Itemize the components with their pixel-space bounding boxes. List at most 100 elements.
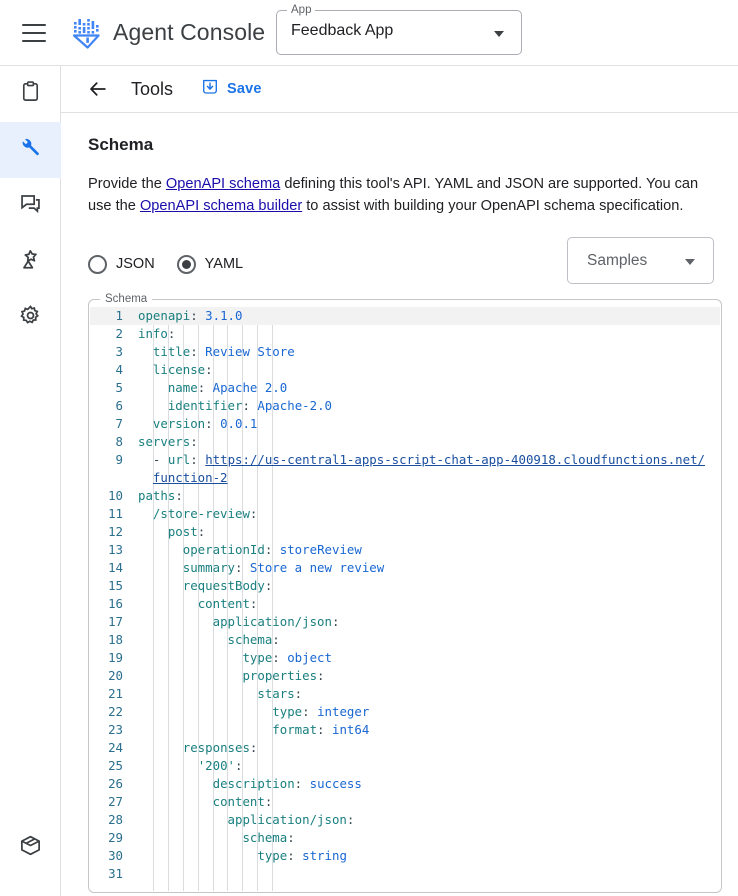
code-line[interactable]: 18 schema: xyxy=(90,631,720,649)
schema-description: Provide the OpenAPI schema defining this… xyxy=(88,173,720,217)
code-line[interactable]: 10paths: xyxy=(90,487,720,505)
code-line[interactable]: 20 properties: xyxy=(90,667,720,685)
format-radio-group: JSON YAML xyxy=(88,255,265,274)
app-select[interactable]: App Feedback App xyxy=(276,10,522,55)
code-text: application/json: xyxy=(132,613,720,631)
code-text: stars: xyxy=(132,685,720,703)
code-text xyxy=(132,865,720,883)
chevron-down-icon xyxy=(685,259,695,265)
back-arrow-icon[interactable] xyxy=(87,78,109,100)
code-line[interactable]: 22 type: integer xyxy=(90,703,720,721)
code-line[interactable]: 24 responses: xyxy=(90,739,720,757)
code-line[interactable]: 27 content: xyxy=(90,793,720,811)
clipboard-icon xyxy=(19,80,42,108)
code-text: servers: xyxy=(132,433,720,451)
section-title: Schema xyxy=(88,135,720,155)
code-line[interactable]: 30 type: string xyxy=(90,847,720,865)
left-rail xyxy=(0,65,61,896)
line-number: 15 xyxy=(90,577,132,595)
code-text: description: success xyxy=(132,775,720,793)
hamburger-menu-icon[interactable] xyxy=(22,24,46,42)
format-controls-row: JSON YAML Samples xyxy=(88,241,720,287)
code-line[interactable]: 11 /store-review: xyxy=(90,505,720,523)
save-icon xyxy=(201,78,219,101)
code-line[interactable]: 25 '200': xyxy=(90,757,720,775)
radio-json-label[interactable]: JSON xyxy=(116,256,155,272)
code-line[interactable]: 29 schema: xyxy=(90,829,720,847)
code-line[interactable]: 31 xyxy=(90,865,720,883)
code-line[interactable]: 23 format: int64 xyxy=(90,721,720,739)
code-line[interactable]: 21 stars: xyxy=(90,685,720,703)
line-number: 27 xyxy=(90,793,132,811)
sidebar-item-package[interactable] xyxy=(0,820,61,876)
gear-icon xyxy=(19,304,42,332)
line-number: 17 xyxy=(90,613,132,631)
schema-editor[interactable]: Schema 1openapi: 3.1.02info:3 title: Rev… xyxy=(88,299,722,893)
line-number: 22 xyxy=(90,703,132,721)
code-text: responses: xyxy=(132,739,720,757)
code-text: type: object xyxy=(132,649,720,667)
radio-json[interactable] xyxy=(88,255,107,274)
schema-panel: Schema Provide the OpenAPI schema defini… xyxy=(61,113,738,287)
code-text: operationId: storeReview xyxy=(132,541,720,559)
code-text: title: Review Store xyxy=(132,343,720,361)
line-number: 19 xyxy=(90,649,132,667)
line-number: 21 xyxy=(90,685,132,703)
line-number: 2 xyxy=(90,325,132,343)
code-line[interactable]: 12 post: xyxy=(90,523,720,541)
sidebar-item-extensions[interactable] xyxy=(0,234,61,290)
code-line[interactable]: 2info: xyxy=(90,325,720,343)
box-icon xyxy=(19,834,42,862)
code-text: summary: Store a new review xyxy=(132,559,720,577)
code-line[interactable]: 19 type: object xyxy=(90,649,720,667)
code-line[interactable]: 5 name: Apache 2.0 xyxy=(90,379,720,397)
code-text: format: int64 xyxy=(132,721,720,739)
code-line[interactable]: 13 operationId: storeReview xyxy=(90,541,720,559)
sidebar-item-conversations[interactable] xyxy=(0,178,61,234)
code-line[interactable]: 26 description: success xyxy=(90,775,720,793)
line-number: 6 xyxy=(90,397,132,415)
openapi-schema-link[interactable]: OpenAPI schema xyxy=(166,176,280,192)
line-number: 9 xyxy=(90,451,132,487)
brand-name: Agent Console xyxy=(113,19,265,46)
code-line[interactable]: 8servers: xyxy=(90,433,720,451)
code-line[interactable]: 9 - url: https://us-central1-apps-script… xyxy=(90,451,720,487)
brand: Agent Console xyxy=(70,16,265,50)
line-number: 10 xyxy=(90,487,132,505)
radio-yaml-label[interactable]: YAML xyxy=(205,256,243,272)
wrench-icon xyxy=(19,136,42,164)
save-button[interactable]: Save xyxy=(201,78,262,101)
code-text: paths: xyxy=(132,487,720,505)
line-number: 1 xyxy=(90,307,132,325)
puzzle-icon xyxy=(19,248,42,276)
code-line[interactable]: 28 application/json: xyxy=(90,811,720,829)
desc-part-1: Provide the xyxy=(88,176,166,192)
sidebar-item-tools[interactable] xyxy=(0,122,61,178)
code-editor-body[interactable]: 1openapi: 3.1.02info:3 title: Review Sto… xyxy=(90,307,720,891)
samples-dropdown[interactable]: Samples xyxy=(567,237,714,284)
code-text: requestBody: xyxy=(132,577,720,595)
line-number: 3 xyxy=(90,343,132,361)
code-line[interactable]: 1openapi: 3.1.0 xyxy=(90,307,720,325)
openapi-schema-builder-link[interactable]: OpenAPI schema builder xyxy=(140,198,302,214)
radio-yaml[interactable] xyxy=(177,255,196,274)
code-line[interactable]: 4 license: xyxy=(90,361,720,379)
code-text: version: 0.0.1 xyxy=(132,415,720,433)
code-line[interactable]: 14 summary: Store a new review xyxy=(90,559,720,577)
code-line[interactable]: 6 identifier: Apache-2.0 xyxy=(90,397,720,415)
line-number: 5 xyxy=(90,379,132,397)
code-line[interactable]: 3 title: Review Store xyxy=(90,343,720,361)
sidebar-item-settings[interactable] xyxy=(0,290,61,346)
sidebar-item-tasks[interactable] xyxy=(0,66,61,122)
page-title: Tools xyxy=(131,79,173,100)
code-text: info: xyxy=(132,325,720,343)
code-line[interactable]: 7 version: 0.0.1 xyxy=(90,415,720,433)
line-number: 23 xyxy=(90,721,132,739)
code-text: /store-review: xyxy=(132,505,720,523)
code-line[interactable]: 15 requestBody: xyxy=(90,577,720,595)
code-line[interactable]: 16 content: xyxy=(90,595,720,613)
code-line[interactable]: 17 application/json: xyxy=(90,613,720,631)
code-text: '200': xyxy=(132,757,720,775)
code-text: - url: https://us-central1-apps-script-c… xyxy=(132,451,720,487)
tools-toolbar: Tools Save xyxy=(61,66,738,113)
